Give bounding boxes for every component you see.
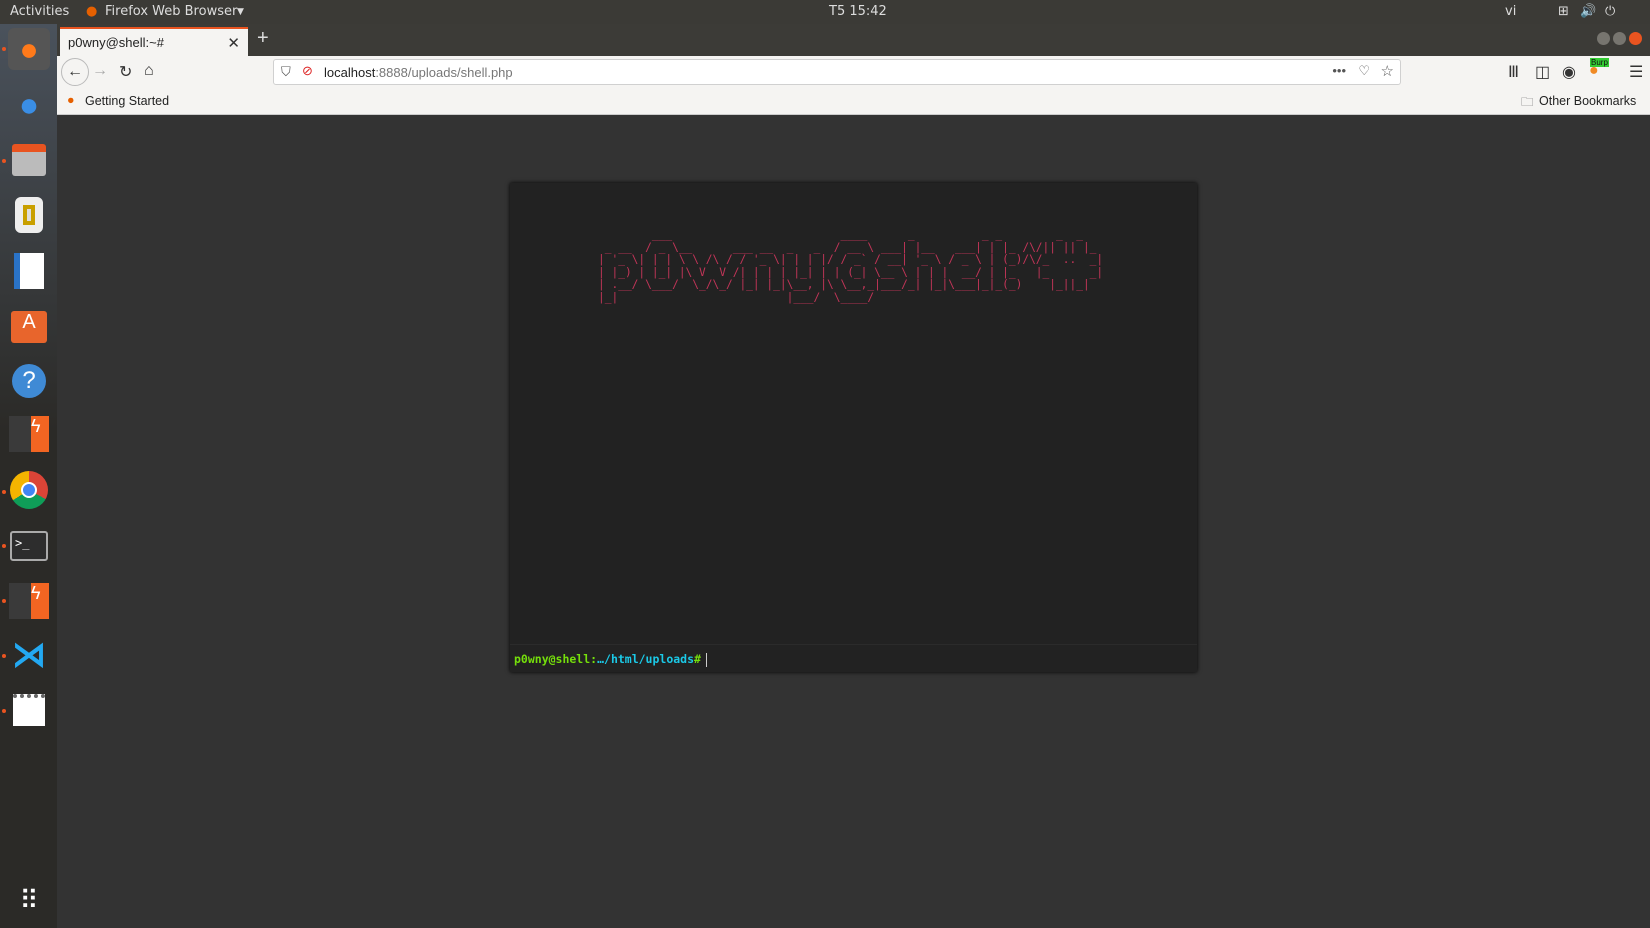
top-bar: Activities ● Firefox Web Browser ▼ T5 15… [0,0,1650,24]
rhythmbox-icon[interactable] [8,194,50,236]
chevron-down-icon: ▼ [237,7,244,17]
minimize-button[interactable] [1597,32,1610,45]
url-bar[interactable]: ⛉ ⊘ localhost:8888/uploads/shell.php •••… [273,59,1401,85]
bookmark-star-icon[interactable]: ☆ [1381,62,1394,80]
pocket-icon[interactable]: ♡ [1358,63,1370,79]
close-window-button[interactable] [1629,32,1642,45]
folder-icon: 🗀 [1521,95,1534,109]
prompt-hash: # [694,652,701,666]
power-icon[interactable]: ⏻ [1605,4,1615,19]
keyboard-language[interactable]: vi [1505,4,1516,19]
menu-icon[interactable]: ☰ [1629,62,1643,82]
software-icon[interactable]: A [8,306,50,348]
other-bookmarks[interactable]: Other Bookmarks [1539,94,1636,108]
chrome-icon[interactable] [8,469,50,511]
reload-button[interactable]: ↻ [119,62,132,82]
bookmarks-bar: ● Getting Started 🗀 Other Bookmarks [57,88,1650,115]
burp-icon[interactable]: ϟ [8,413,50,455]
vscode-icon[interactable]: ⋊ [8,634,50,676]
bookmark-getting-started[interactable]: Getting Started [85,94,169,108]
app-grid-icon[interactable]: ⠿ [8,879,50,921]
page-content: ___ ____ _ _ _ _ _ _ __ / _ \__ ___ __ _… [57,116,1650,928]
new-tab-button[interactable]: + [257,27,269,50]
shell-input-row[interactable]: p0wny@shell:…/html/uploads# [510,644,1197,672]
firefox-icon[interactable]: ● [8,28,50,70]
volume-icon[interactable]: 🔊 [1580,4,1596,19]
prompt-path: …/html/uploads [597,652,695,666]
more-actions-icon[interactable]: ••• [1332,63,1346,78]
shell-terminal: ___ ____ _ _ _ _ _ _ __ / _ \__ ___ __ _… [510,183,1197,672]
files-icon[interactable] [8,139,50,181]
tab-active[interactable]: p0wny@shell:~# ✕ [60,27,248,56]
help-icon[interactable]: ? [8,360,50,402]
sidebar-icon[interactable]: ◫ [1535,62,1550,82]
url-path: :8888/uploads/shell.php [375,65,513,80]
tab-bar: p0wny@shell:~# ✕ + [57,24,1650,56]
shell-banner: ___ ____ _ _ _ _ _ _ __ / _ \__ ___ __ _… [598,228,1104,304]
app-menu[interactable]: Firefox Web Browser [105,4,237,19]
dock: ● ● A ? ϟ >_ ϟ ⋊ ✎ ⠿ [0,24,57,928]
firefox-window: p0wny@shell:~# ✕ + ← → ↻ ⌂ ⛉ ⊘ localhost:… [57,24,1650,928]
firefox-icon: ● [67,93,75,107]
library-icon[interactable]: Ⅲ [1508,62,1519,82]
forward-button[interactable]: → [92,62,108,80]
thunderbird-icon[interactable]: ● [8,84,50,126]
clock[interactable]: T5 15:42 [829,4,887,19]
nav-toolbar: ← → ↻ ⌂ ⛉ ⊘ localhost:8888/uploads/shell… [57,56,1650,88]
shell-cursor[interactable] [705,652,707,667]
text-editor-icon[interactable]: ✎ [8,689,50,731]
burp-badge: Burp [1590,58,1609,67]
burp-icon[interactable]: ϟ [8,580,50,622]
home-button[interactable]: ⌂ [144,62,154,80]
insecure-lock-icon[interactable]: ⊘ [302,63,313,79]
firefox-icon: ● [86,4,98,19]
url-host: localhost [324,65,376,80]
account-icon[interactable]: ◉ [1562,62,1576,82]
terminal-icon[interactable]: >_ [8,525,50,567]
network-icon[interactable]: ⊞ [1558,4,1569,19]
writer-icon[interactable] [8,250,50,292]
activities-button[interactable]: Activities [10,4,69,19]
close-tab-icon[interactable]: ✕ [227,34,240,52]
prompt-user: p0wny@shell: [514,652,598,666]
shield-icon[interactable]: ⛉ [281,64,291,80]
maximize-button[interactable] [1613,32,1626,45]
back-button[interactable]: ← [61,58,89,86]
tab-title: p0wny@shell:~# [68,35,164,50]
